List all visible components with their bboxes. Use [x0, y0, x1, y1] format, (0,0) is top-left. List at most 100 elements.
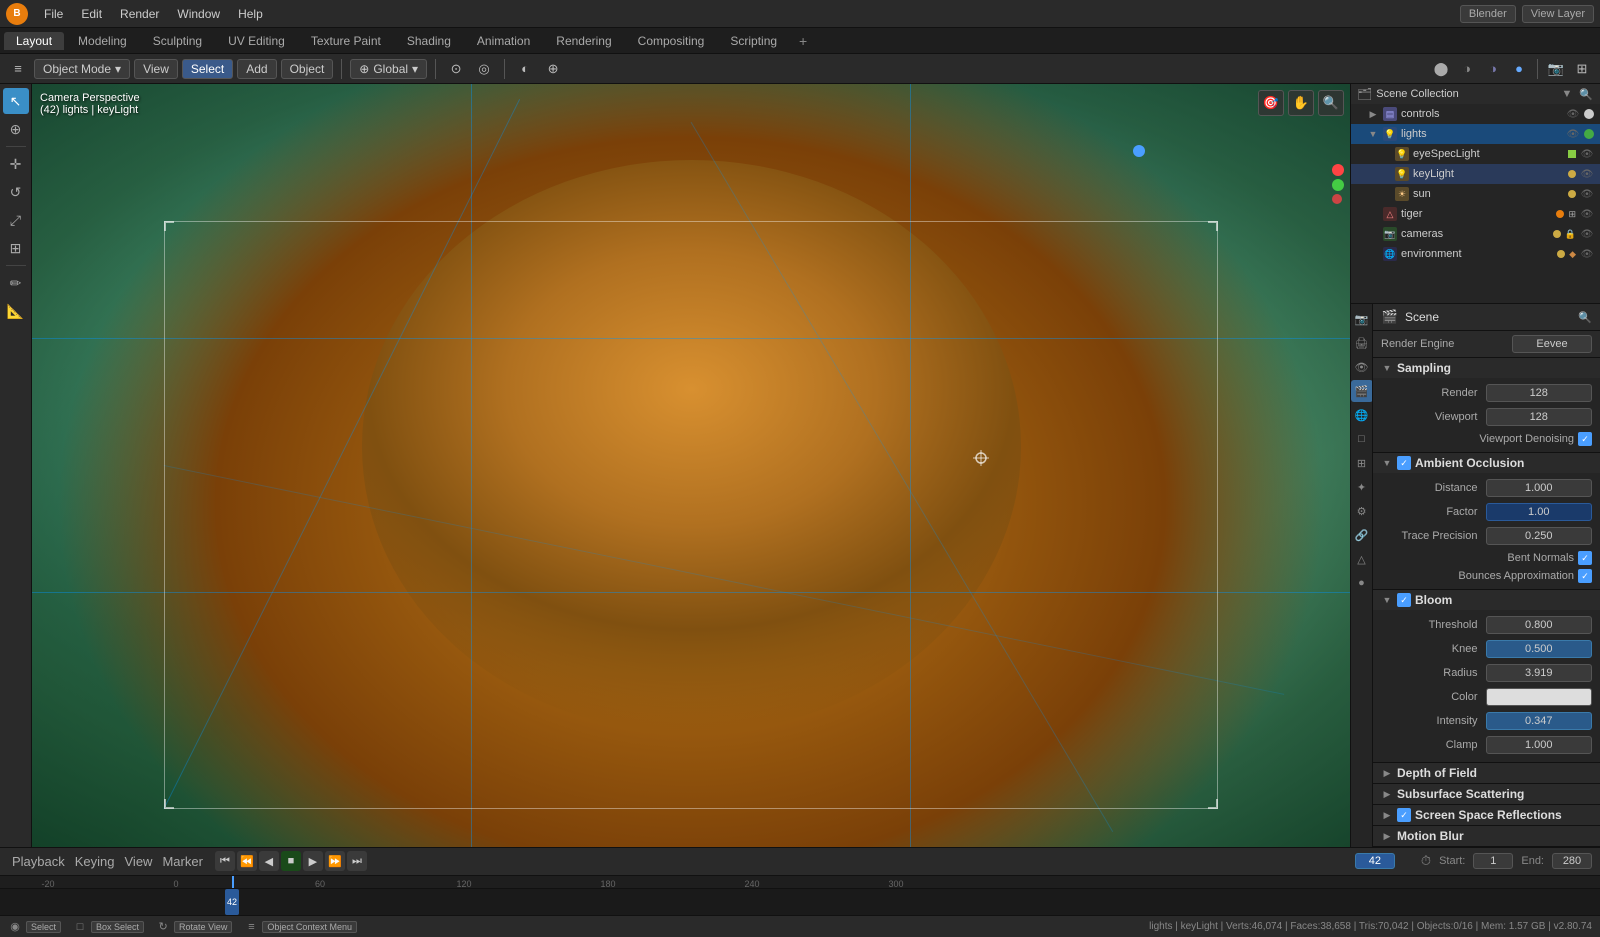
step-back-btn[interactable]: ⏪: [237, 851, 257, 871]
outliner-search-icon[interactable]: 🔍: [1578, 86, 1594, 102]
render-engine-dropdown[interactable]: Eevee: [1512, 335, 1592, 353]
ao-factor-value[interactable]: 1.00: [1486, 503, 1593, 521]
sss-header[interactable]: ▶ Subsurface Scattering: [1373, 784, 1600, 804]
outliner-item-environment[interactable]: 🌐 environment ◆ 👁: [1351, 244, 1600, 264]
tool-annotate[interactable]: ✏: [3, 270, 29, 296]
bloom-clamp-value[interactable]: 1.000: [1486, 736, 1593, 754]
timeline-current-frame-marker[interactable]: 42: [225, 889, 239, 915]
sidebar-toggle-icon[interactable]: ≡: [6, 57, 30, 81]
timeline-ruler[interactable]: -20 0 60 120 180 240 300: [0, 876, 1600, 890]
viewport-move-icon[interactable]: ✋: [1288, 90, 1314, 116]
tab-texture-paint[interactable]: Texture Paint: [299, 32, 393, 50]
menu-file[interactable]: File: [36, 5, 71, 23]
overlay-icon[interactable]: ◐: [513, 57, 537, 81]
props-search-icon[interactable]: 🔍: [1578, 311, 1592, 324]
play-btn[interactable]: ▶: [303, 851, 323, 871]
bloom-header[interactable]: ▼ ✓ Bloom: [1373, 590, 1600, 610]
props-icon-particles[interactable]: ✦: [1351, 476, 1373, 498]
bloom-threshold-value[interactable]: 0.800: [1486, 616, 1593, 634]
tab-scripting[interactable]: Scripting: [718, 32, 789, 50]
current-frame-box[interactable]: 42: [1355, 853, 1395, 869]
timeline-view-btn[interactable]: View: [121, 852, 157, 871]
props-icon-view[interactable]: 👁: [1351, 356, 1373, 378]
props-icon-output[interactable]: 🖨: [1351, 332, 1373, 354]
outliner-item-lights[interactable]: ▼ 💡 lights 👁: [1351, 124, 1600, 144]
props-icon-modifier[interactable]: ⊞: [1351, 452, 1373, 474]
environment-eye-icon[interactable]: 👁: [1580, 247, 1594, 261]
bloom-knee-value[interactable]: 0.500: [1486, 640, 1593, 658]
gizmo-icon[interactable]: ⊕: [541, 57, 565, 81]
stop-btn[interactable]: ■: [281, 851, 301, 871]
select-button[interactable]: Select: [182, 59, 233, 79]
viewport-shading-eevee[interactable]: ●: [1507, 57, 1531, 81]
outliner-item-controls[interactable]: ▶ ▤ controls 👁: [1351, 104, 1600, 124]
object-button[interactable]: Object: [281, 59, 334, 79]
dof-header[interactable]: ▶ Depth of Field: [1373, 763, 1600, 783]
view-perspective-icon[interactable]: ⊞: [1570, 57, 1594, 81]
add-button[interactable]: Add: [237, 59, 276, 79]
outliner-item-sun[interactable]: ☀ sun 👁: [1351, 184, 1600, 204]
props-icon-render[interactable]: 📷: [1351, 308, 1373, 330]
ao-header[interactable]: ▼ ✓ Ambient Occlusion: [1373, 453, 1600, 473]
menu-edit[interactable]: Edit: [73, 5, 110, 23]
outliner-item-tiger[interactable]: △ tiger ⊞ 👁: [1351, 204, 1600, 224]
view-camera-icon[interactable]: 📷: [1544, 57, 1568, 81]
props-icon-physics[interactable]: ⚙: [1351, 500, 1373, 522]
viewport-shading-rendered[interactable]: ◑: [1481, 57, 1505, 81]
step-forward-btn[interactable]: ⏩: [325, 851, 345, 871]
tab-uv-editing[interactable]: UV Editing: [216, 32, 297, 50]
bloom-intensity-value[interactable]: 0.347: [1486, 712, 1593, 730]
end-frame-box[interactable]: 280: [1552, 853, 1592, 869]
outliner-item-cameras[interactable]: 📷 cameras 🔒 👁: [1351, 224, 1600, 244]
tool-select[interactable]: ↖: [3, 88, 29, 114]
sun-eye-icon[interactable]: 👁: [1580, 187, 1594, 201]
tool-cursor[interactable]: ⊕: [3, 116, 29, 142]
outliner-item-eyespeclight[interactable]: 💡 eyeSpecLight 👁: [1351, 144, 1600, 164]
props-icon-world[interactable]: 🌐: [1351, 404, 1373, 426]
tab-rendering[interactable]: Rendering: [544, 32, 623, 50]
add-workspace-tab[interactable]: +: [791, 31, 815, 51]
view-layer-selector[interactable]: View Layer: [1522, 5, 1594, 23]
jump-to-start-btn[interactable]: ⏮: [215, 851, 235, 871]
lights-eye-icon[interactable]: 👁: [1566, 127, 1580, 141]
sampling-header[interactable]: ▼ Sampling: [1373, 358, 1600, 378]
bounces-approx-checkbox[interactable]: ✓: [1578, 569, 1592, 583]
props-icon-data[interactable]: △: [1351, 548, 1373, 570]
menu-window[interactable]: Window: [169, 5, 228, 23]
bloom-enabled-checkbox[interactable]: ✓: [1397, 593, 1411, 607]
props-icon-constraints[interactable]: 🔗: [1351, 524, 1373, 546]
ao-enabled-checkbox[interactable]: ✓: [1397, 456, 1411, 470]
view-button[interactable]: View: [134, 59, 178, 79]
snap-icon[interactable]: ⊙: [444, 57, 468, 81]
jump-to-end-btn[interactable]: ⏭: [347, 851, 367, 871]
ssr-header[interactable]: ▶ ✓ Screen Space Reflections: [1373, 805, 1600, 825]
viewport-denoising-checkbox[interactable]: ✓: [1578, 432, 1592, 446]
timeline-marker-btn[interactable]: Marker: [158, 852, 206, 871]
render-samples-value[interactable]: 128: [1486, 384, 1593, 402]
viewport-zoom-icon[interactable]: 🔍: [1318, 90, 1344, 116]
bloom-radius-value[interactable]: 3.919: [1486, 664, 1593, 682]
outliner-filter-icon[interactable]: ▼: [1559, 86, 1575, 102]
tab-modeling[interactable]: Modeling: [66, 32, 139, 50]
menu-render[interactable]: Render: [112, 5, 167, 23]
pivot-selector[interactable]: ⊕ Global ▾: [350, 59, 427, 79]
scene-selector[interactable]: Blender: [1460, 5, 1516, 23]
props-icon-material[interactable]: ●: [1351, 572, 1373, 594]
outliner-item-keylight[interactable]: 💡 keyLight 👁: [1351, 164, 1600, 184]
timeline-keying-btn[interactable]: Keying: [71, 852, 119, 871]
viewport-shading-material[interactable]: ◑: [1455, 57, 1479, 81]
play-back-btn[interactable]: ◀: [259, 851, 279, 871]
menu-help[interactable]: Help: [230, 5, 271, 23]
props-icon-scene[interactable]: 🎬: [1351, 380, 1373, 402]
cameras-eye-icon[interactable]: 👁: [1580, 227, 1594, 241]
tiger-eye-icon[interactable]: 👁: [1580, 207, 1594, 221]
keylight-eye-icon[interactable]: 👁: [1580, 167, 1594, 181]
start-frame-box[interactable]: 1: [1473, 853, 1513, 869]
eyespec-eye-icon[interactable]: 👁: [1580, 147, 1594, 161]
tab-sculpting[interactable]: Sculpting: [141, 32, 214, 50]
ssr-enabled-checkbox[interactable]: ✓: [1397, 808, 1411, 822]
viewport-shading-solid[interactable]: ⬤: [1429, 57, 1453, 81]
bloom-color-swatch[interactable]: [1486, 688, 1593, 706]
controls-eye-icon[interactable]: 👁: [1566, 107, 1580, 121]
viewport-samples-value[interactable]: 128: [1486, 408, 1593, 426]
